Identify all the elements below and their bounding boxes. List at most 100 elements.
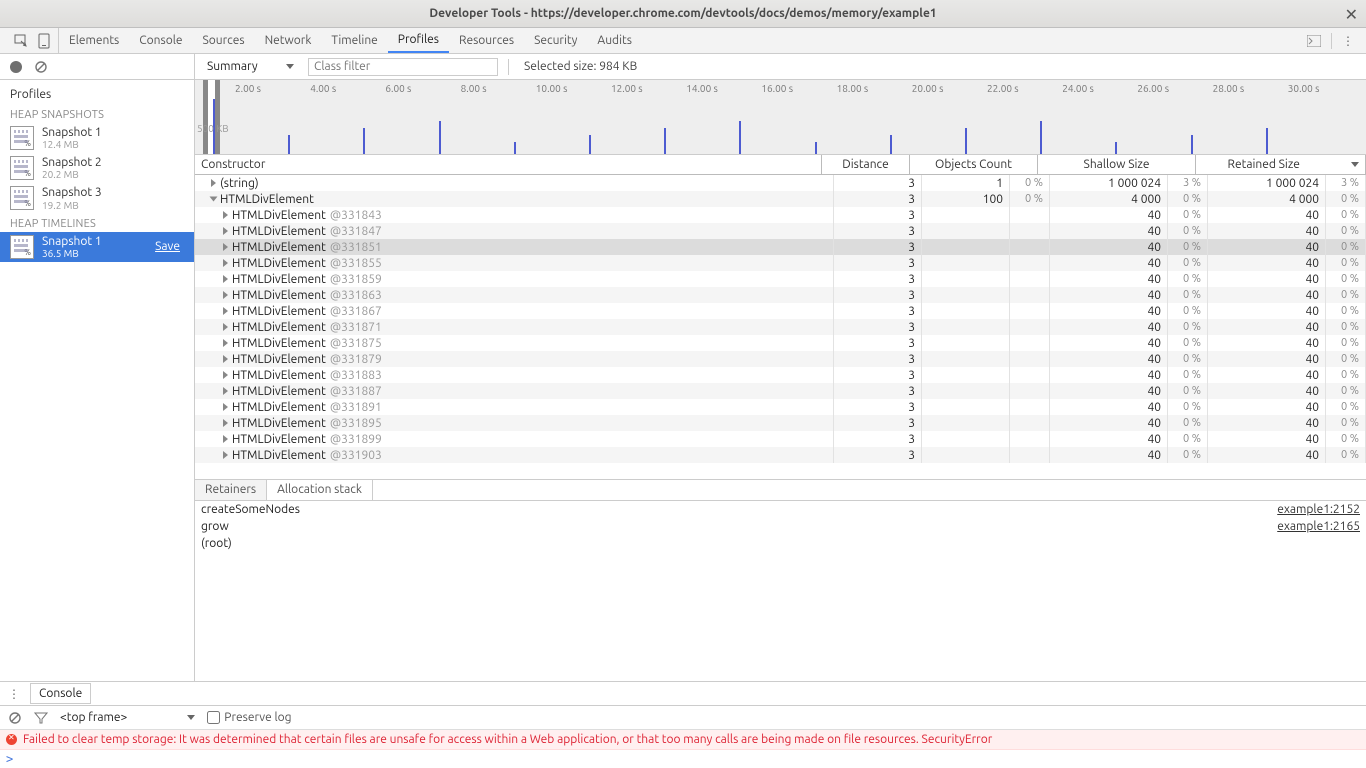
tab-audits[interactable]: Audits	[587, 28, 642, 53]
disclosure-icon[interactable]	[223, 339, 228, 347]
table-row[interactable]: HTMLDivElement@3318473400 %400 %	[195, 223, 1366, 239]
cell-objcount	[922, 223, 1010, 239]
sidebar-item[interactable]: Snapshot 112.4 MB	[0, 123, 194, 153]
class-filter-input[interactable]	[308, 58, 498, 76]
cell-objcount	[922, 319, 1010, 335]
tab-resources[interactable]: Resources	[449, 28, 524, 53]
table-row[interactable]: HTMLDivElement@3318913400 %400 %	[195, 399, 1366, 415]
disclosure-icon[interactable]	[223, 451, 228, 459]
table-row[interactable]: HTMLDivElement@3318673400 %400 %	[195, 303, 1366, 319]
disclosure-icon[interactable]	[223, 211, 228, 219]
cell-retained: 4 000	[1208, 191, 1326, 207]
cell-distance: 3	[834, 431, 922, 447]
table-row[interactable]: HTMLDivElement@3318713400 %400 %	[195, 319, 1366, 335]
tab-timeline[interactable]: Timeline	[321, 28, 387, 53]
table-row[interactable]: HTMLDivElement@3318793400 %400 %	[195, 351, 1366, 367]
tab-sources[interactable]: Sources	[192, 28, 254, 53]
cell-objcount-pct	[1010, 383, 1050, 399]
cell-objcount-pct	[1010, 351, 1050, 367]
disclosure-icon[interactable]	[223, 227, 228, 235]
disclosure-icon[interactable]	[211, 179, 216, 187]
console-error-row[interactable]: Failed to clear temp storage: It was det…	[0, 730, 1366, 750]
disclosure-icon[interactable]	[223, 323, 228, 331]
tab-elements[interactable]: Elements	[59, 28, 129, 53]
inspect-icon[interactable]	[14, 34, 28, 48]
drawer-menu-icon[interactable]: ⋮	[8, 687, 20, 701]
constructor-label: (string)	[220, 177, 259, 190]
disclosure-icon[interactable]	[223, 435, 228, 443]
sidebar-item[interactable]: Snapshot 319.2 MB	[0, 183, 194, 213]
tab-network[interactable]: Network	[255, 28, 322, 53]
close-icon[interactable]: ✕	[1345, 5, 1358, 24]
console-prompt[interactable]: >	[0, 750, 1366, 768]
disclosure-icon[interactable]	[223, 371, 228, 379]
frame-selector[interactable]: <top frame>	[60, 711, 195, 724]
table-row[interactable]: HTMLDivElement@3318953400 %400 %	[195, 415, 1366, 431]
disclosure-icon[interactable]	[223, 403, 228, 411]
filter-icon[interactable]	[34, 711, 48, 725]
table-row[interactable]: HTMLDivElement@3318993400 %400 %	[195, 431, 1366, 447]
disclosure-icon[interactable]	[210, 197, 218, 202]
cell-objcount	[922, 255, 1010, 271]
disclosure-icon[interactable]	[223, 291, 228, 299]
cell-objcount-pct	[1010, 319, 1050, 335]
table-row[interactable]: HTMLDivElement@3318553400 %400 %	[195, 255, 1366, 271]
sidebar-item[interactable]: Snapshot 220.2 MB	[0, 153, 194, 183]
cell-shallow-pct: 0 %	[1168, 367, 1208, 383]
disclosure-icon[interactable]	[223, 243, 228, 251]
allocation-stack-pane: createSomeNodesexample1:2152growexample1…	[195, 501, 1366, 681]
table-row[interactable]: HTMLDivElement@3318433400 %400 %	[195, 207, 1366, 223]
tab-console[interactable]: Console	[129, 28, 192, 53]
table-row[interactable]: HTMLDivElement@3318633400 %400 %	[195, 287, 1366, 303]
col-constructor[interactable]: Constructor	[195, 155, 822, 174]
sidebar-item[interactable]: Snapshot 136.5 MBSave	[0, 232, 194, 262]
table-row[interactable]: HTMLDivElement@3318873400 %400 %	[195, 383, 1366, 399]
cell-distance: 3	[834, 415, 922, 431]
disclosure-icon[interactable]	[223, 259, 228, 267]
table-row[interactable]: HTMLDivElement31000 %4 0000 %4 0000 %	[195, 191, 1366, 207]
table-row[interactable]: HTMLDivElement@3318593400 %400 %	[195, 271, 1366, 287]
stack-row[interactable]: createSomeNodesexample1:2152	[195, 501, 1366, 518]
clear-console-icon[interactable]	[8, 711, 22, 725]
disclosure-icon[interactable]	[223, 275, 228, 283]
preserve-log-checkbox[interactable]: Preserve log	[207, 711, 291, 724]
device-icon[interactable]	[38, 33, 50, 49]
col-retained-size[interactable]: Retained Size	[1196, 155, 1366, 174]
table-row[interactable]: (string)310 %1 000 0243 %1 000 0243 %	[195, 175, 1366, 191]
col-distance[interactable]: Distance	[822, 155, 910, 174]
cell-objcount	[922, 303, 1010, 319]
stack-location-link[interactable]: example1:2165	[1277, 520, 1360, 533]
tab-profiles[interactable]: Profiles	[388, 28, 449, 53]
console-toggle-icon[interactable]	[1307, 35, 1321, 47]
allocation-timeline[interactable]: 2.00 s4.00 s6.00 s8.00 s10.00 s12.00 s14…	[195, 80, 1366, 155]
col-objects-count[interactable]: Objects Count	[910, 155, 1038, 174]
cell-retained-pct: 0 %	[1326, 383, 1366, 399]
tab-allocation-stack[interactable]: Allocation stack	[267, 480, 373, 500]
stack-row[interactable]: growexample1:2165	[195, 518, 1366, 535]
console-tab[interactable]: Console	[30, 683, 91, 704]
tab-retainers[interactable]: Retainers	[195, 480, 267, 500]
disclosure-icon[interactable]	[223, 355, 228, 363]
timeline-tick: 26.00 s	[1137, 83, 1169, 94]
disclosure-icon[interactable]	[223, 387, 228, 395]
timeline-bar	[965, 128, 967, 154]
disclosure-icon[interactable]	[223, 419, 228, 427]
table-row[interactable]: HTMLDivElement@3318753400 %400 %	[195, 335, 1366, 351]
stack-location-link[interactable]: example1:2152	[1277, 503, 1360, 516]
cell-shallow: 40	[1050, 447, 1168, 463]
preserve-log-input[interactable]	[207, 711, 220, 724]
tab-security[interactable]: Security	[524, 28, 587, 53]
table-row[interactable]: HTMLDivElement@3318513400 %400 %	[195, 239, 1366, 255]
table-row[interactable]: HTMLDivElement@3319033400 %400 %	[195, 447, 1366, 463]
disclosure-icon[interactable]	[223, 307, 228, 315]
clear-icon[interactable]	[34, 60, 48, 74]
col-shallow-size[interactable]: Shallow Size	[1038, 155, 1196, 174]
cell-objcount	[922, 399, 1010, 415]
record-icon[interactable]	[10, 61, 22, 73]
table-row[interactable]: HTMLDivElement@3318833400 %400 %	[195, 367, 1366, 383]
grid-body[interactable]: (string)310 %1 000 0243 %1 000 0243 %HTM…	[195, 175, 1366, 479]
menu-icon[interactable]: ⋮	[1342, 34, 1354, 48]
view-dropdown[interactable]: Summary	[203, 58, 298, 75]
stack-row[interactable]: (root)	[195, 535, 1366, 552]
save-link[interactable]: Save	[155, 240, 180, 253]
